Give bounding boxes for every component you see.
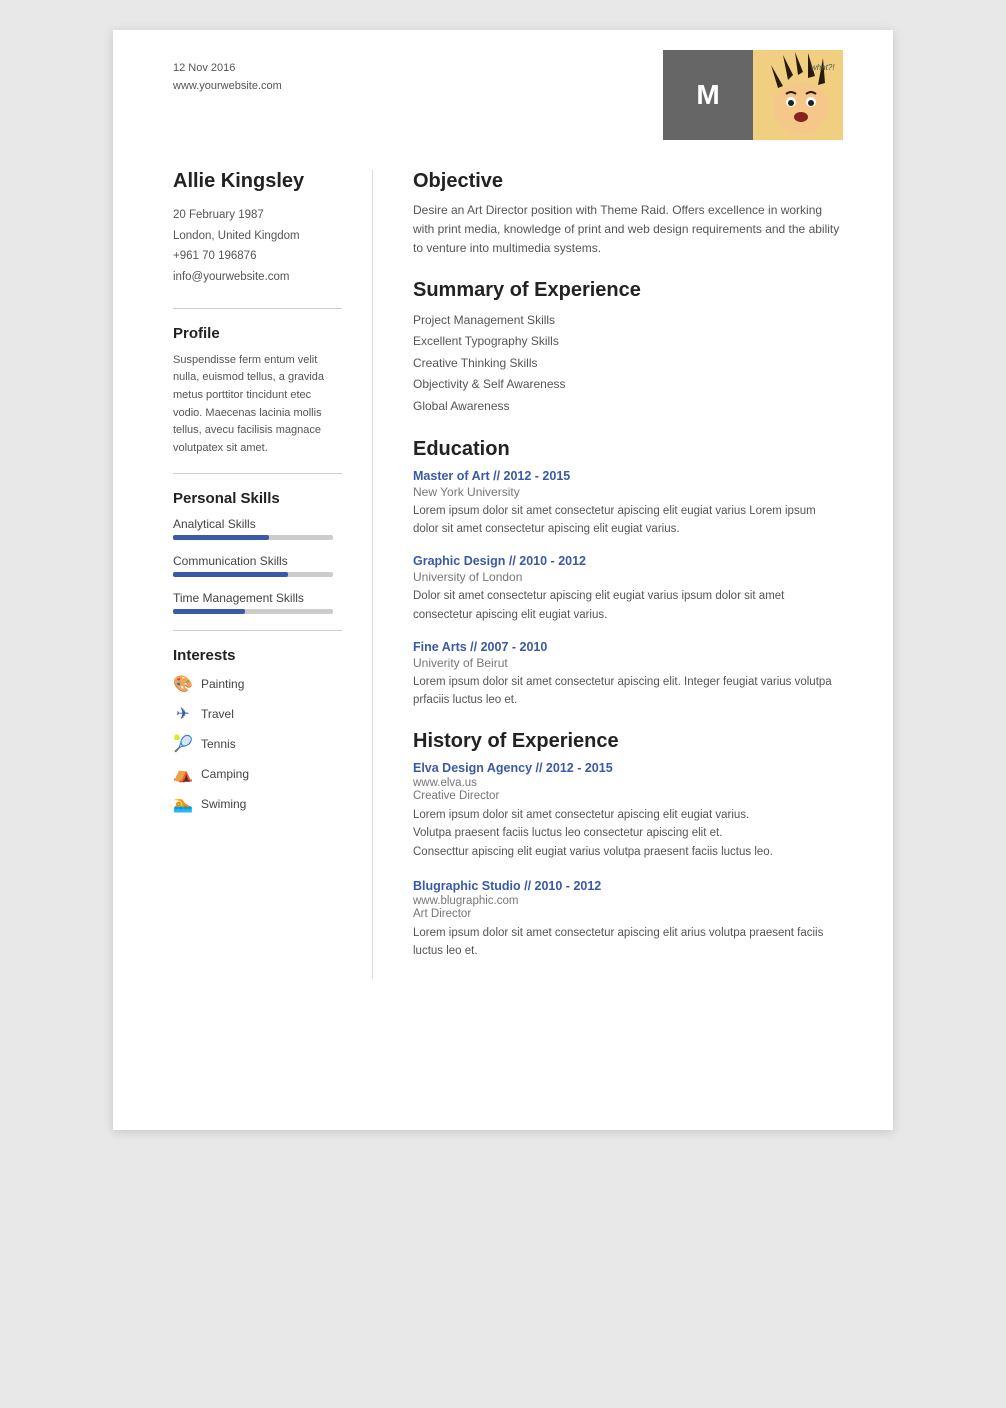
- interest-item: ⛺ Camping: [173, 764, 342, 784]
- profile-text: Suspendisse ferm entum velit nulla, euis…: [173, 352, 342, 458]
- edu-desc: Lorem ipsum dolor sit amet consectetur a…: [413, 673, 843, 710]
- education-entry: Graphic Design // 2010 - 2012 University…: [413, 554, 843, 624]
- skills-list: Analytical Skills Communication Skills T…: [173, 517, 342, 614]
- exp-desc: Lorem ipsum dolor sit amet consectetur a…: [413, 806, 843, 861]
- phone: +961 70 196876: [173, 246, 342, 267]
- resume-page: 12 Nov 2016 www.yourwebsite.com M: [113, 30, 893, 1130]
- location: London, United Kingdom: [173, 226, 342, 247]
- monogram-letter: M: [696, 79, 719, 111]
- summary-item: Objectivity & Self Awareness: [413, 374, 843, 396]
- objective-text: Desire an Art Director position with The…: [413, 201, 843, 259]
- person-name: Allie Kingsley: [173, 170, 342, 193]
- interest-icon: ⛺: [173, 764, 193, 784]
- interests-title: Interests: [173, 647, 342, 664]
- interest-label: Swiming: [201, 797, 246, 811]
- summary-item: Project Management Skills: [413, 310, 843, 332]
- edu-title: Master of Art // 2012 - 2015: [413, 469, 843, 483]
- exp-role: Art Director: [413, 908, 843, 920]
- history-title: History of Experience: [413, 730, 843, 753]
- avatar-svg: what?!: [753, 50, 843, 140]
- right-column: Objective Desire an Art Director positio…: [373, 170, 893, 979]
- edu-school: University of London: [413, 570, 843, 584]
- history-list: Elva Design Agency // 2012 - 2015 www.el…: [413, 761, 843, 961]
- header: 12 Nov 2016 www.yourwebsite.com M: [113, 30, 893, 150]
- skill-bar-fill: [173, 609, 245, 614]
- exp-desc: Lorem ipsum dolor sit amet consectetur a…: [413, 924, 843, 961]
- interest-item: 🎨 Painting: [173, 674, 342, 694]
- skill-label: Communication Skills: [173, 554, 342, 568]
- skill-bar-bg: [173, 609, 333, 614]
- edu-school: New York University: [413, 485, 843, 499]
- interests-list: 🎨 Painting ✈ Travel 🎾 Tennis ⛺ Camping 🏊…: [173, 674, 342, 814]
- left-column: Allie Kingsley 20 February 1987 London, …: [113, 170, 373, 979]
- education-title: Education: [413, 438, 843, 461]
- exp-url: www.elva.us: [413, 777, 843, 789]
- experience-entry: Blugraphic Studio // 2010 - 2012 www.blu…: [413, 879, 843, 961]
- edu-school: Univerity of Beirut: [413, 656, 843, 670]
- skill-item: Analytical Skills: [173, 517, 342, 540]
- exp-title: Blugraphic Studio // 2010 - 2012: [413, 879, 843, 893]
- summary-item: Creative Thinking Skills: [413, 353, 843, 375]
- interest-icon: 🏊: [173, 794, 193, 814]
- summary-title: Summary of Experience: [413, 279, 843, 302]
- svg-text:what?!: what?!: [811, 63, 835, 72]
- interest-label: Tennis: [201, 737, 236, 751]
- summary-item: Global Awareness: [413, 396, 843, 418]
- profile-title: Profile: [173, 325, 342, 342]
- interest-item: ✈ Travel: [173, 704, 342, 724]
- interest-label: Camping: [201, 767, 249, 781]
- skill-item: Communication Skills: [173, 554, 342, 577]
- edu-title: Fine Arts // 2007 - 2010: [413, 640, 843, 654]
- exp-title: Elva Design Agency // 2012 - 2015: [413, 761, 843, 775]
- dob: 20 February 1987: [173, 205, 342, 226]
- skill-bar-fill: [173, 572, 288, 577]
- education-entry: Fine Arts // 2007 - 2010 Univerity of Be…: [413, 640, 843, 710]
- skill-label: Time Management Skills: [173, 591, 342, 605]
- interest-icon: ✈: [173, 704, 193, 724]
- divider-3: [173, 630, 342, 631]
- content-area: Allie Kingsley 20 February 1987 London, …: [113, 150, 893, 1019]
- edu-title: Graphic Design // 2010 - 2012: [413, 554, 843, 568]
- divider-1: [173, 308, 342, 309]
- interest-icon: 🎨: [173, 674, 193, 694]
- skills-title: Personal Skills: [173, 490, 342, 507]
- interest-icon: 🎾: [173, 734, 193, 754]
- divider-2: [173, 473, 342, 474]
- interest-label: Travel: [201, 707, 234, 721]
- skill-label: Analytical Skills: [173, 517, 342, 531]
- summary-item: Excellent Typography Skills: [413, 331, 843, 353]
- skill-item: Time Management Skills: [173, 591, 342, 614]
- summary-list: Project Management SkillsExcellent Typog…: [413, 310, 843, 418]
- education-list: Master of Art // 2012 - 2015 New York Un…: [413, 469, 843, 710]
- email: info@yourwebsite.com: [173, 267, 342, 288]
- objective-title: Objective: [413, 170, 843, 193]
- edu-desc: Lorem ipsum dolor sit amet consectetur a…: [413, 502, 843, 539]
- header-images: M: [663, 50, 843, 140]
- monogram-box: M: [663, 50, 753, 140]
- avatar-box: what?!: [753, 50, 843, 140]
- interest-item: 🎾 Tennis: [173, 734, 342, 754]
- exp-role: Creative Director: [413, 790, 843, 802]
- skill-bar-fill: [173, 535, 269, 540]
- skill-bar-bg: [173, 572, 333, 577]
- exp-url: www.blugraphic.com: [413, 895, 843, 907]
- interest-label: Painting: [201, 677, 244, 691]
- contact-info: 20 February 1987 London, United Kingdom …: [173, 205, 342, 288]
- interest-item: 🏊 Swiming: [173, 794, 342, 814]
- education-entry: Master of Art // 2012 - 2015 New York Un…: [413, 469, 843, 539]
- skill-bar-bg: [173, 535, 333, 540]
- experience-entry: Elva Design Agency // 2012 - 2015 www.el…: [413, 761, 843, 861]
- edu-desc: Dolor sit amet consectetur apiscing elit…: [413, 587, 843, 624]
